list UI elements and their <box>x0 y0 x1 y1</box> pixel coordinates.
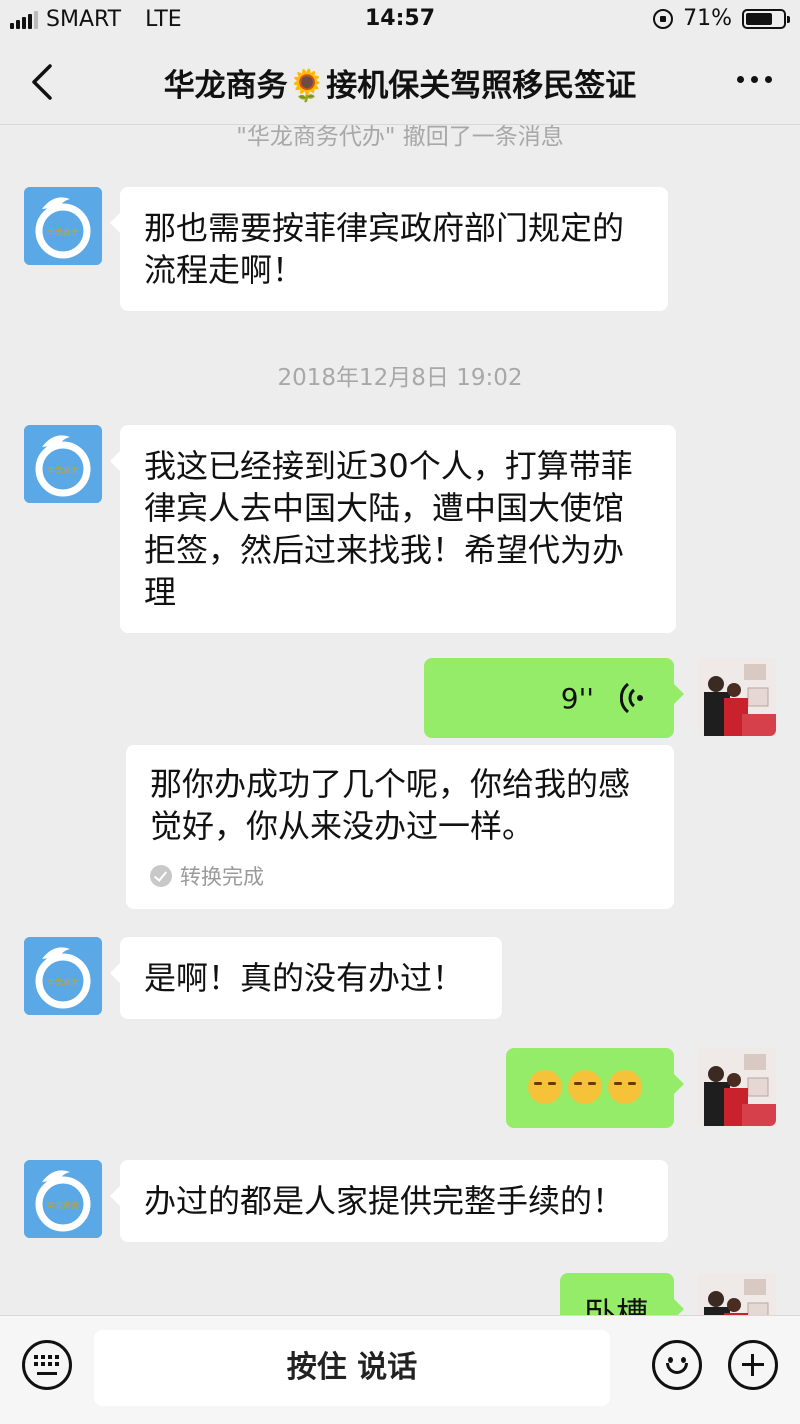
dragon-logo-icon: 华龙商务 <box>24 1160 102 1238</box>
check-circle-icon <box>150 865 172 887</box>
avatar[interactable] <box>698 1048 776 1126</box>
svg-text:华龙商务: 华龙商务 <box>47 977 79 987</box>
user-photo-icon <box>698 658 776 736</box>
keyboard-space-icon <box>37 1372 57 1375</box>
chat-title: 华龙商务🌻接机保关驾照移民签证 <box>163 68 637 104</box>
emoji-row <box>528 1070 652 1104</box>
chat-area[interactable]: "华龙商务代办" 撤回了一条消息 华龙商务 那也需要按菲律宾政府部门规定的流程走… <box>0 125 800 1315</box>
transcript-status-label: 转换完成 <box>180 865 264 889</box>
input-bar: 按住 说话 <box>0 1315 800 1424</box>
dragon-logo-icon: 华龙商务 <box>24 187 102 265</box>
message-bubble[interactable]: 我这已经接到近30个人，打算带菲律宾人去中国大陆，遭中国大使馆拒签，然后过来找我… <box>110 425 676 633</box>
avatar[interactable]: 华龙商务 <box>24 937 102 1015</box>
emoji-message[interactable] <box>506 1048 684 1128</box>
battery-percent: 71% <box>683 6 732 31</box>
dragon-logo-icon: 华龙商务 <box>24 425 102 503</box>
more-actions-plus-button[interactable] <box>728 1340 778 1390</box>
voice-message[interactable]: 9'' <box>424 658 684 738</box>
avatar[interactable] <box>698 658 776 736</box>
keyboard-toggle-button[interactable] <box>22 1340 72 1390</box>
avatar[interactable]: 华龙商务 <box>24 1160 102 1238</box>
hold-to-talk-button[interactable]: 按住 说话 <box>94 1330 610 1406</box>
svg-text:华龙商务: 华龙商务 <box>47 227 79 237</box>
orientation-lock-icon <box>653 8 674 29</box>
svg-text:华龙商务: 华龙商务 <box>47 1200 79 1210</box>
more-button[interactable] <box>737 76 772 83</box>
keyboard-icon <box>34 1355 59 1366</box>
transcript-text: 那你办成功了几个呢，你给我的感觉好，你从来没办过一样。 <box>150 765 631 845</box>
status-right: 71% <box>653 6 790 31</box>
battery-fill <box>746 12 772 25</box>
svg-text:华龙商务: 华龙商务 <box>47 465 79 475</box>
timestamp: 2018年12月8日 19:02 <box>277 365 523 391</box>
dot-icon <box>737 76 744 83</box>
sneer-emoji-icon <box>528 1070 562 1104</box>
recall-notice: "华龙商务代办" 撤回了一条消息 <box>236 125 564 150</box>
chat-header: 华龙商务🌻接机保关驾照移民签证 <box>0 40 800 125</box>
back-button[interactable] <box>26 60 66 104</box>
avatar[interactable]: 华龙商务 <box>24 187 102 265</box>
voice-duration: 9'' <box>560 682 594 715</box>
transcript-status: 转换完成 <box>150 861 650 891</box>
status-bar: SMART LTE 14:57 71% <box>0 0 800 40</box>
dot-icon <box>765 76 772 83</box>
emoji-button[interactable] <box>652 1340 702 1390</box>
dragon-logo-icon: 华龙商务 <box>24 937 102 1015</box>
avatar[interactable]: 华龙商务 <box>24 425 102 503</box>
sneer-emoji-icon <box>608 1070 642 1104</box>
user-photo-icon <box>698 1048 776 1126</box>
voice-transcript[interactable]: 那你办成功了几个呢，你给我的感觉好，你从来没办过一样。 转换完成 <box>126 745 674 909</box>
voice-wave-icon <box>620 682 643 714</box>
smiley-mouth-icon <box>666 1363 688 1374</box>
avatar[interactable] <box>698 1273 776 1315</box>
message-bubble[interactable]: 那也需要按菲律宾政府部门规定的流程走啊！ <box>110 187 668 311</box>
dot-icon <box>751 76 758 83</box>
battery-icon <box>742 8 790 29</box>
message-bubble[interactable]: 是啊！真的没有办过！ <box>110 937 502 1019</box>
chevron-left-icon <box>32 64 52 100</box>
message-bubble[interactable]: 办过的都是人家提供完整手续的！ <box>110 1160 668 1242</box>
sneer-emoji-icon <box>568 1070 602 1104</box>
message-bubble[interactable]: 卧槽 <box>560 1273 684 1315</box>
user-photo-icon <box>698 1273 776 1315</box>
